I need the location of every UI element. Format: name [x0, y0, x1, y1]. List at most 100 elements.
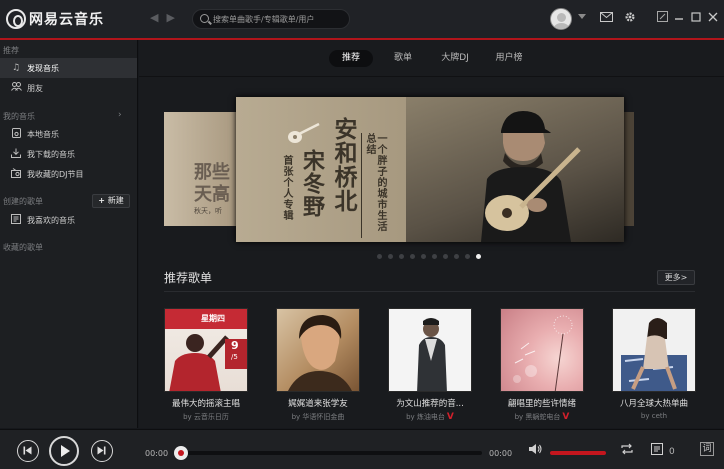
- playlist-author[interactable]: by 华语怀旧金曲: [276, 412, 360, 422]
- app-logo[interactable]: 网易云音乐: [6, 9, 104, 29]
- singer-photo: [621, 318, 687, 391]
- forward-arrow-icon[interactable]: ▶: [166, 11, 182, 24]
- carousel-dot[interactable]: [432, 254, 437, 259]
- carousel-dot[interactable]: [421, 254, 426, 259]
- close-icon[interactable]: [706, 11, 720, 25]
- carousel-dot[interactable]: [443, 254, 448, 259]
- tab-playlists[interactable]: 歌单: [387, 50, 419, 67]
- banner-prev-slide[interactable]: 那些天高 秋天，听: [164, 112, 239, 226]
- lyrics-button[interactable]: 词: [700, 442, 714, 456]
- loop-mode-icon[interactable]: [620, 443, 634, 458]
- tab-top-dj[interactable]: 大牌DJ: [435, 50, 475, 67]
- minimize-icon[interactable]: [672, 11, 686, 25]
- title-bar: 网易云音乐 ◀▶: [0, 0, 724, 38]
- maximize-icon[interactable]: [689, 11, 703, 25]
- playlist-card[interactable]: 八月全球大热单曲 by ceth: [612, 308, 696, 420]
- playlist-card[interactable]: 翩唱里的些许情绪 by 黑蜗蛇电台 V: [500, 308, 584, 422]
- progress-knob[interactable]: [174, 446, 188, 460]
- singer-photo: [417, 318, 447, 391]
- playlist-name[interactable]: 为文山推荐的音...: [388, 397, 472, 409]
- banner-slide[interactable]: 安和桥北 宋冬野 首张个人专辑 一个胖子的城市生活总结: [236, 97, 624, 242]
- playlist-cover[interactable]: [500, 308, 584, 392]
- sidebar-item-label: 朋友: [27, 83, 43, 93]
- sidebar-item-label: 我收藏的DJ节目: [27, 169, 84, 179]
- playlist-author[interactable]: by 云音乐日历: [164, 412, 248, 422]
- search-box[interactable]: [192, 9, 350, 29]
- carousel-dot-active[interactable]: [476, 254, 481, 259]
- playlist-name[interactable]: 最伟大的摇滚主唱: [164, 397, 248, 409]
- playlist-author[interactable]: by 黑蜗蛇电台 V: [500, 412, 584, 422]
- sidebar-item-discover-music[interactable]: ♫ 发现音乐: [0, 58, 137, 78]
- playlist-author-text: by 华语怀旧金曲: [291, 413, 345, 421]
- sidebar-section-recommend: 推荐: [3, 46, 19, 55]
- playlist-cover[interactable]: [612, 308, 696, 392]
- progress-track[interactable]: [176, 451, 482, 455]
- new-playlist-button[interactable]: + 新建: [92, 194, 130, 208]
- carousel-dot[interactable]: [454, 254, 459, 259]
- gear-icon[interactable]: [623, 11, 637, 26]
- playlist-cover[interactable]: [388, 308, 472, 392]
- search-input[interactable]: [213, 12, 345, 26]
- volume-level: [550, 451, 606, 455]
- tab-user-rank[interactable]: 用户榜: [489, 50, 529, 67]
- sidebar-item-downloads[interactable]: 我下载的音乐: [0, 144, 137, 164]
- player-bar: 00:00 00:00 0 词: [0, 429, 724, 469]
- carousel-dot[interactable]: [465, 254, 470, 259]
- back-arrow-icon[interactable]: ◀: [150, 11, 166, 24]
- verified-v-icon: V: [562, 412, 570, 422]
- sidebar-item-label: 发现音乐: [27, 63, 59, 73]
- mini-mode-icon[interactable]: [655, 11, 669, 25]
- carousel-dot[interactable]: [399, 254, 404, 259]
- playlist-queue-icon[interactable]: [651, 443, 663, 458]
- playlist-card[interactable]: 为文山推荐的音... by 炼油电台 V: [388, 308, 472, 422]
- guitar-icon: [288, 122, 320, 143]
- playlist-card[interactable]: 娓娓道来张学友 by 华语怀旧金曲: [276, 308, 360, 422]
- sidebar-item-dj-programs[interactable]: 我收藏的DJ节目: [0, 164, 137, 184]
- playlist-card[interactable]: 星期四 9 /5 最伟大的摇滚主唱 by 云音乐日历: [164, 308, 248, 422]
- playlist-author[interactable]: by 炼油电台 V: [388, 412, 472, 422]
- sidebar-item-local-music[interactable]: 本地音乐: [0, 124, 137, 144]
- playlist-cover[interactable]: 星期四 9 /5: [164, 308, 248, 392]
- carousel-dot[interactable]: [410, 254, 415, 259]
- local-music-icon: [10, 127, 22, 141]
- play-button[interactable]: [49, 436, 79, 466]
- playlist-author[interactable]: by ceth: [612, 412, 696, 420]
- chevron-right-icon[interactable]: ›: [118, 110, 122, 120]
- playlist-cover[interactable]: [276, 308, 360, 392]
- user-avatar[interactable]: [550, 8, 572, 30]
- download-icon: [10, 148, 22, 161]
- banner-album-title: 安和桥北: [330, 117, 356, 213]
- sidebar-item-friends[interactable]: 朋友: [0, 78, 137, 98]
- verified-v-icon: V: [446, 412, 454, 422]
- volume-icon[interactable]: [528, 443, 542, 458]
- section-title: 推荐歌单: [164, 271, 213, 285]
- new-playlist-label: 新建: [107, 196, 124, 205]
- mail-icon[interactable]: [599, 11, 613, 25]
- playlist-name[interactable]: 娓娓道来张学友: [276, 397, 360, 409]
- queue-count: 0: [669, 447, 675, 457]
- sidebar-item-label: 我下载的音乐: [27, 149, 75, 159]
- sidebar: 推荐 ♫ 发现音乐 朋友 我的音乐 › 本地音乐 我下载的音乐 我收藏的DJ节目…: [0, 40, 138, 428]
- chevron-down-icon[interactable]: [578, 14, 586, 19]
- skip-forward-icon: [97, 446, 106, 455]
- friends-icon: [10, 82, 22, 94]
- playlist-name[interactable]: 八月全球大热单曲: [612, 397, 696, 409]
- netease-music-logo-icon: [6, 9, 26, 29]
- sidebar-item-label: 我喜欢的音乐: [27, 215, 75, 225]
- carousel-dot[interactable]: [377, 254, 382, 259]
- banner-subtitle: 首张个人专辑: [281, 155, 292, 221]
- playlist-author-text: by 黑蜗蛇电台: [514, 413, 561, 421]
- sidebar-item-liked-music[interactable]: 我喜欢的音乐: [0, 210, 137, 230]
- sidebar-section-created: 创建的歌单: [3, 197, 43, 206]
- playlist-name[interactable]: 翩唱里的些许情绪: [500, 397, 584, 409]
- tab-recommend[interactable]: 推荐: [329, 50, 373, 67]
- volume-slider[interactable]: [550, 451, 606, 455]
- more-button[interactable]: 更多>: [657, 270, 695, 285]
- carousel-dot[interactable]: [388, 254, 393, 259]
- search-icon[interactable]: [200, 14, 209, 23]
- next-track-button[interactable]: [91, 440, 113, 462]
- radio-icon: [10, 167, 22, 181]
- banner-artist-photo: [481, 111, 581, 242]
- previous-track-button[interactable]: [17, 440, 39, 462]
- singer-portrait: [288, 315, 352, 391]
